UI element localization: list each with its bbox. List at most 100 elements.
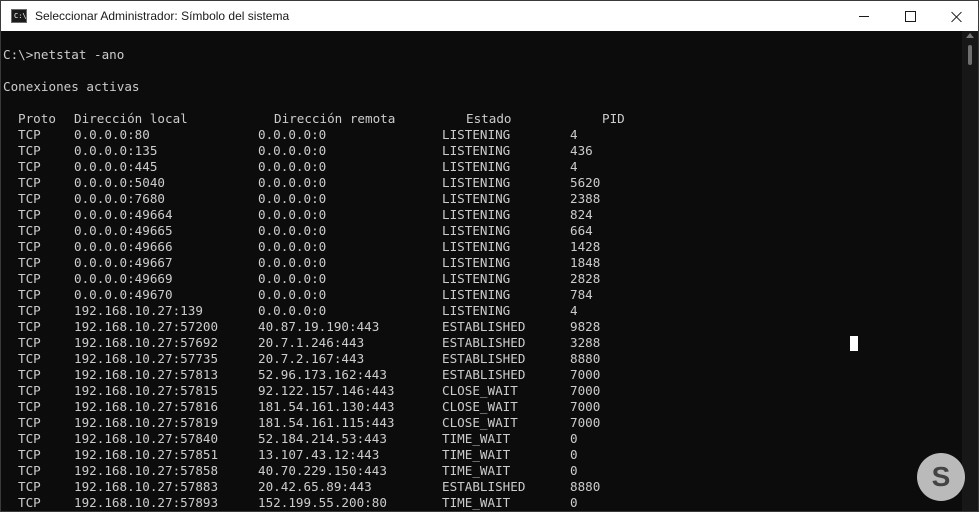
- cell-local-address: 192.168.10.27:57819: [74, 415, 219, 430]
- command-line: C:\>netstat -ano: [3, 47, 125, 62]
- cell-remote-address: 0.0.0.0:0: [258, 159, 327, 174]
- cell-state: ESTABLISHED: [442, 319, 526, 334]
- table-row: TCP 192.168.10.27:57815 92.122.157.146:443…: [1, 383, 901, 399]
- cell-state: ESTABLISHED: [442, 335, 526, 350]
- cell-local-address: 192.168.10.27:57858: [74, 463, 219, 478]
- maximize-icon: [904, 10, 916, 22]
- table-row: TCP 0.0.0.0:49665 0.0.0.0:0 LISTENING 664: [1, 223, 901, 239]
- cell-remote-address: 52.184.214.53:443: [258, 431, 387, 446]
- table-row: TCP 192.168.10.27:57851 13.107.43.12:443 TI…: [1, 447, 901, 463]
- header-proto: Proto: [18, 111, 56, 126]
- cell-local-address: 192.168.10.27:57735: [74, 351, 219, 366]
- cell-state: LISTENING: [442, 287, 511, 302]
- cell-pid: 436: [570, 143, 593, 158]
- cell-remote-address: 0.0.0.0:0: [258, 223, 327, 238]
- cell-local-address: 0.0.0.0:445: [74, 159, 158, 174]
- table-row: TCP 192.168.10.27:57200 40.87.19.190:443 ES…: [1, 319, 901, 335]
- table-row: TCP 0.0.0.0:445 0.0.0.0:0 LISTENING 4: [1, 159, 901, 175]
- cell-proto: TCP: [18, 431, 41, 446]
- cell-remote-address: 40.70.229.150:443: [258, 463, 387, 478]
- cell-pid: 0: [570, 447, 578, 462]
- maximize-button[interactable]: [887, 1, 933, 31]
- minimize-button[interactable]: [841, 1, 887, 31]
- cell-local-address: 192.168.10.27:57815: [74, 383, 219, 398]
- cell-state: LISTENING: [442, 143, 511, 158]
- cell-local-address: 0.0.0.0:49665: [74, 223, 173, 238]
- cell-state: LISTENING: [442, 175, 511, 190]
- cell-state: LISTENING: [442, 191, 511, 206]
- title-bar[interactable]: C:\ Seleccionar Administrador: Símbolo d…: [1, 1, 978, 31]
- cell-pid: 824: [570, 207, 593, 222]
- section-title: Conexiones activas: [3, 79, 140, 94]
- cell-pid: 4: [570, 303, 578, 318]
- table-row: TCP 192.168.10.27:57692 20.7.1.246:443 ESTA…: [1, 335, 901, 351]
- cell-pid: 7000: [570, 383, 601, 398]
- table-row: TCP 0.0.0.0:49670 0.0.0.0:0 LISTENING 784: [1, 287, 901, 303]
- table-row: TCP 0.0.0.0:49669 0.0.0.0:0 LISTENING 2828: [1, 271, 901, 287]
- cell-proto: TCP: [18, 383, 41, 398]
- cell-proto: TCP: [18, 175, 41, 190]
- cell-state: LISTENING: [442, 223, 511, 238]
- cell-local-address: 0.0.0.0:49669: [74, 271, 173, 286]
- cell-remote-address: 0.0.0.0:0: [258, 271, 327, 286]
- cell-local-address: 0.0.0.0:80: [74, 127, 150, 142]
- cell-proto: TCP: [18, 287, 41, 302]
- cell-state: LISTENING: [442, 127, 511, 142]
- cell-remote-address: 20.7.1.246:443: [258, 335, 365, 350]
- cell-proto: TCP: [18, 255, 41, 270]
- cell-pid: 9828: [570, 319, 601, 334]
- watermark-logo: S: [917, 453, 965, 501]
- table-row: TCP 192.168.10.27:139 0.0.0.0:0 LISTENING 4: [1, 303, 901, 319]
- text-cursor: [850, 336, 858, 351]
- header-pid: PID: [602, 111, 625, 126]
- cell-state: LISTENING: [442, 159, 511, 174]
- cell-pid: 7000: [570, 415, 601, 430]
- cell-state: ESTABLISHED: [442, 479, 526, 494]
- cell-state: TIME_WAIT: [442, 495, 511, 510]
- vertical-scrollbar[interactable]: [962, 31, 978, 511]
- window-title: Seleccionar Administrador: Símbolo del s…: [35, 9, 290, 23]
- cell-state: LISTENING: [442, 255, 511, 270]
- table-row: TCP 192.168.10.27:57840 52.184.214.53:443 T…: [1, 431, 901, 447]
- cell-proto: TCP: [18, 367, 41, 382]
- scroll-thumb[interactable]: [968, 45, 972, 65]
- cell-state: CLOSE_WAIT: [442, 415, 518, 430]
- console-output[interactable]: C:\>netstat -ano Conexiones activas Prot…: [1, 31, 963, 511]
- header-remote: Dirección remota: [274, 111, 396, 126]
- cell-proto: TCP: [18, 303, 41, 318]
- cell-local-address: 192.168.10.27:57816: [74, 399, 219, 414]
- table-row: TCP 192.168.10.27:57816 181.54.161.130:443…: [1, 399, 901, 415]
- cell-proto: TCP: [18, 319, 41, 334]
- cell-remote-address: 20.42.65.89:443: [258, 479, 372, 494]
- cell-remote-address: 181.54.161.130:443: [258, 399, 395, 414]
- cell-proto: TCP: [18, 271, 41, 286]
- minimize-icon: [859, 15, 869, 17]
- cell-proto: TCP: [18, 335, 41, 350]
- cell-proto: TCP: [18, 223, 41, 238]
- cell-proto: TCP: [18, 415, 41, 430]
- cell-state: CLOSE_WAIT: [442, 399, 518, 414]
- cell-pid: 2388: [570, 191, 601, 206]
- cell-local-address: 0.0.0.0:49667: [74, 255, 173, 270]
- scroll-up-icon[interactable]: [966, 33, 974, 38]
- cell-proto: TCP: [18, 191, 41, 206]
- cell-local-address: 192.168.10.27:57200: [74, 319, 219, 334]
- cell-state: LISTENING: [442, 207, 511, 222]
- cell-proto: TCP: [18, 447, 41, 462]
- cell-remote-address: 0.0.0.0:0: [258, 303, 327, 318]
- table-row: TCP 0.0.0.0:49667 0.0.0.0:0 LISTENING 1848: [1, 255, 901, 271]
- cell-state: CLOSE_WAIT: [442, 383, 518, 398]
- cell-pid: 0: [570, 431, 578, 446]
- cell-pid: 4: [570, 159, 578, 174]
- close-icon: [951, 11, 962, 22]
- cell-proto: TCP: [18, 495, 41, 510]
- table-row: TCP 0.0.0.0:5040 0.0.0.0:0 LISTENING 5620: [1, 175, 901, 191]
- close-button[interactable]: [933, 1, 978, 31]
- cell-pid: 664: [570, 223, 593, 238]
- cell-local-address: 0.0.0.0:5040: [74, 175, 165, 190]
- command-prompt-window: C:\ Seleccionar Administrador: Símbolo d…: [0, 0, 979, 512]
- cell-local-address: 192.168.10.27:57692: [74, 335, 219, 350]
- command-prompt-icon: C:\: [11, 9, 27, 23]
- cell-local-address: 192.168.10.27:57883: [74, 479, 219, 494]
- cell-local-address: 192.168.10.27:57893: [74, 495, 219, 510]
